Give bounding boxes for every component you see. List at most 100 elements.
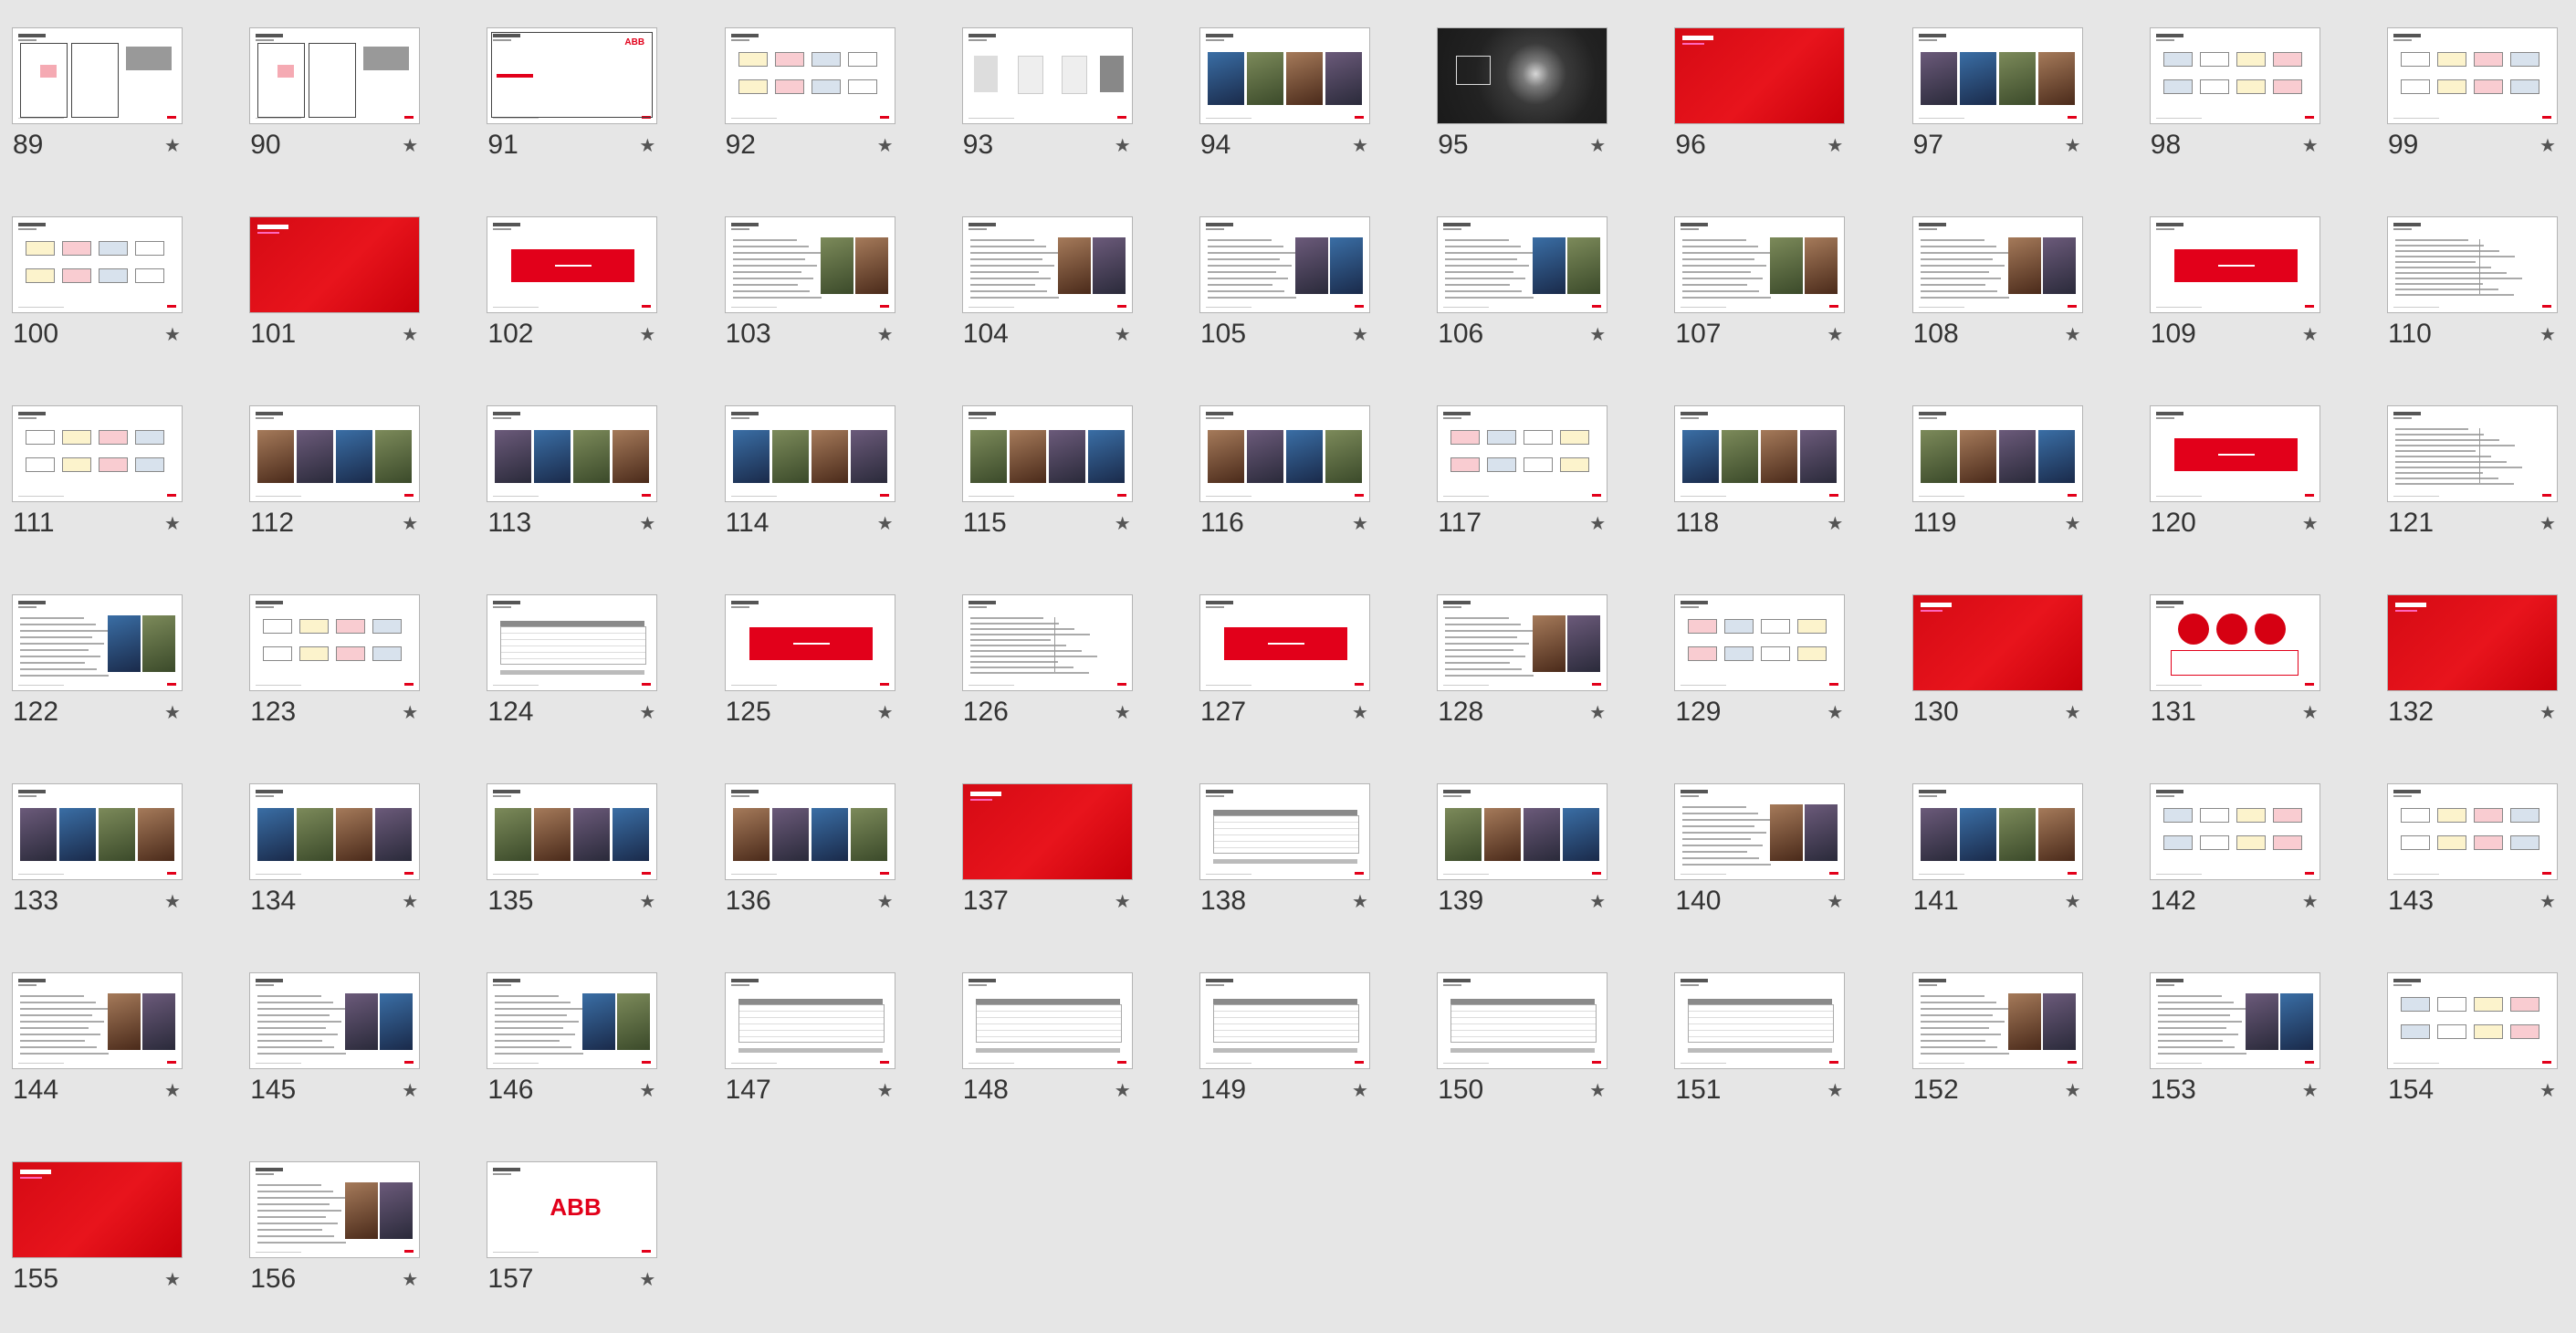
star-icon[interactable]: ★ [164, 326, 181, 344]
star-icon[interactable]: ★ [1589, 137, 1606, 155]
star-icon[interactable]: ★ [2539, 515, 2556, 533]
slide-thumbnail-cell[interactable]: 124 ★ [475, 567, 658, 726]
slide-thumbnail-cell[interactable]: 156 ★ [237, 1134, 421, 1293]
slide-thumbnail[interactable] [1437, 405, 1608, 502]
slide-thumbnail[interactable] [2387, 972, 2558, 1069]
star-icon[interactable]: ★ [1352, 137, 1368, 155]
slide-thumbnail-cell[interactable]: 94 ★ [1188, 0, 1370, 159]
star-icon[interactable]: ★ [1827, 704, 1843, 722]
slide-thumbnail-cell[interactable]: 106 ★ [1425, 189, 1608, 348]
slide-thumbnail-cell[interactable]: 127 ★ [1188, 567, 1370, 726]
slide-thumbnail-cell[interactable]: 140 ★ [1662, 756, 1846, 915]
slide-thumbnail-cell[interactable]: 145 ★ [237, 945, 421, 1104]
star-icon[interactable]: ★ [1115, 137, 1131, 155]
slide-thumbnail-cell[interactable]: 120 ★ [2138, 378, 2320, 537]
star-icon[interactable]: ★ [1589, 515, 1606, 533]
slide-thumbnail-cell[interactable]: 93 ★ [950, 0, 1133, 159]
slide-thumbnail-cell[interactable]: 126 ★ [950, 567, 1133, 726]
slide-thumbnail[interactable] [961, 783, 1133, 880]
star-icon[interactable]: ★ [877, 1082, 894, 1100]
slide-thumbnail[interactable] [961, 972, 1133, 1069]
star-icon[interactable]: ★ [2065, 137, 2081, 155]
slide-thumbnail-cell[interactable]: 108 ★ [1901, 189, 2083, 348]
slide-thumbnail[interactable] [1911, 216, 2083, 313]
slide-thumbnail-cell[interactable]: 144 ★ [0, 945, 183, 1104]
star-icon[interactable]: ★ [2302, 1082, 2319, 1100]
star-icon[interactable]: ★ [1827, 137, 1843, 155]
slide-thumbnail[interactable] [724, 594, 895, 691]
slide-thumbnail[interactable] [249, 1161, 421, 1258]
slide-thumbnail-cell[interactable]: 147 ★ [713, 945, 895, 1104]
star-icon[interactable]: ★ [2302, 704, 2319, 722]
star-icon[interactable]: ★ [1589, 893, 1606, 911]
slide-thumbnail[interactable] [12, 972, 183, 1069]
star-icon[interactable]: ★ [2539, 326, 2556, 344]
slide-thumbnail-cell[interactable]: 121 ★ [2375, 378, 2558, 537]
star-icon[interactable]: ★ [402, 1082, 418, 1100]
slide-thumbnail[interactable] [2149, 216, 2320, 313]
slide-thumbnail-cell[interactable]: 111 ★ [0, 378, 183, 537]
star-icon[interactable]: ★ [2302, 893, 2319, 911]
slide-thumbnail-cell[interactable]: 143 ★ [2375, 756, 2558, 915]
slide-thumbnail[interactable] [1674, 27, 1846, 124]
slide-thumbnail-cell[interactable]: 119 ★ [1901, 378, 2083, 537]
slide-thumbnail-cell[interactable]: 96 ★ [1662, 0, 1846, 159]
slide-thumbnail-cell[interactable]: 101 ★ [237, 189, 421, 348]
slide-thumbnail[interactable] [487, 972, 658, 1069]
slide-thumbnail-cell[interactable]: 150 ★ [1425, 945, 1608, 1104]
slide-thumbnail[interactable] [249, 972, 421, 1069]
slide-thumbnail[interactable] [724, 216, 895, 313]
star-icon[interactable]: ★ [164, 137, 181, 155]
slide-thumbnail[interactable] [2149, 594, 2320, 691]
star-icon[interactable]: ★ [639, 137, 655, 155]
slide-thumbnail[interactable] [1199, 783, 1370, 880]
slide-thumbnail-cell[interactable]: 109 ★ [2138, 189, 2320, 348]
slide-thumbnail[interactable]: ABB [487, 27, 658, 124]
slide-thumbnail-cell[interactable]: 146 ★ [475, 945, 658, 1104]
slide-thumbnail-cell[interactable]: 113 ★ [475, 378, 658, 537]
star-icon[interactable]: ★ [639, 1082, 655, 1100]
star-icon[interactable]: ★ [1352, 515, 1368, 533]
slide-thumbnail-cell[interactable]: 117 ★ [1425, 378, 1608, 537]
slide-thumbnail[interactable] [2387, 783, 2558, 880]
slide-thumbnail[interactable] [1199, 216, 1370, 313]
slide-thumbnail-cell[interactable]: 122 ★ [0, 567, 183, 726]
star-icon[interactable]: ★ [639, 704, 655, 722]
slide-thumbnail-cell[interactable]: 135 ★ [475, 756, 658, 915]
star-icon[interactable]: ★ [402, 137, 418, 155]
slide-thumbnail[interactable] [1199, 27, 1370, 124]
star-icon[interactable]: ★ [1115, 704, 1131, 722]
slide-thumbnail[interactable] [1674, 972, 1846, 1069]
star-icon[interactable]: ★ [639, 326, 655, 344]
star-icon[interactable]: ★ [639, 515, 655, 533]
slide-thumbnail-cell[interactable]: 99 ★ [2375, 0, 2558, 159]
slide-thumbnail[interactable] [2387, 405, 2558, 502]
slide-thumbnail[interactable] [12, 594, 183, 691]
slide-thumbnail[interactable] [724, 27, 895, 124]
slide-thumbnail[interactable] [12, 1161, 183, 1258]
slide-thumbnail-cell[interactable]: 154 ★ [2375, 945, 2558, 1104]
star-icon[interactable]: ★ [2065, 893, 2081, 911]
star-icon[interactable]: ★ [402, 1271, 418, 1289]
star-icon[interactable]: ★ [2539, 704, 2556, 722]
slide-thumbnail-cell[interactable]: 149 ★ [1188, 945, 1370, 1104]
slide-thumbnail[interactable] [2149, 27, 2320, 124]
star-icon[interactable]: ★ [877, 515, 894, 533]
star-icon[interactable]: ★ [877, 704, 894, 722]
slide-thumbnail-cell[interactable]: 131 ★ [2138, 567, 2320, 726]
slide-thumbnail-cell[interactable]: 100 ★ [0, 189, 183, 348]
slide-thumbnail-cell[interactable]: 95 ★ [1425, 0, 1608, 159]
slide-thumbnail[interactable] [961, 594, 1133, 691]
star-icon[interactable]: ★ [164, 515, 181, 533]
slide-thumbnail[interactable] [1437, 27, 1608, 124]
star-icon[interactable]: ★ [1827, 515, 1843, 533]
slide-thumbnail[interactable] [12, 783, 183, 880]
star-icon[interactable]: ★ [1827, 1082, 1843, 1100]
slide-thumbnail-cell[interactable]: 92 ★ [713, 0, 895, 159]
slide-thumbnail[interactable] [1911, 405, 2083, 502]
star-icon[interactable]: ★ [1589, 326, 1606, 344]
star-icon[interactable]: ★ [877, 893, 894, 911]
slide-thumbnail[interactable] [2149, 972, 2320, 1069]
star-icon[interactable]: ★ [402, 326, 418, 344]
star-icon[interactable]: ★ [2065, 515, 2081, 533]
